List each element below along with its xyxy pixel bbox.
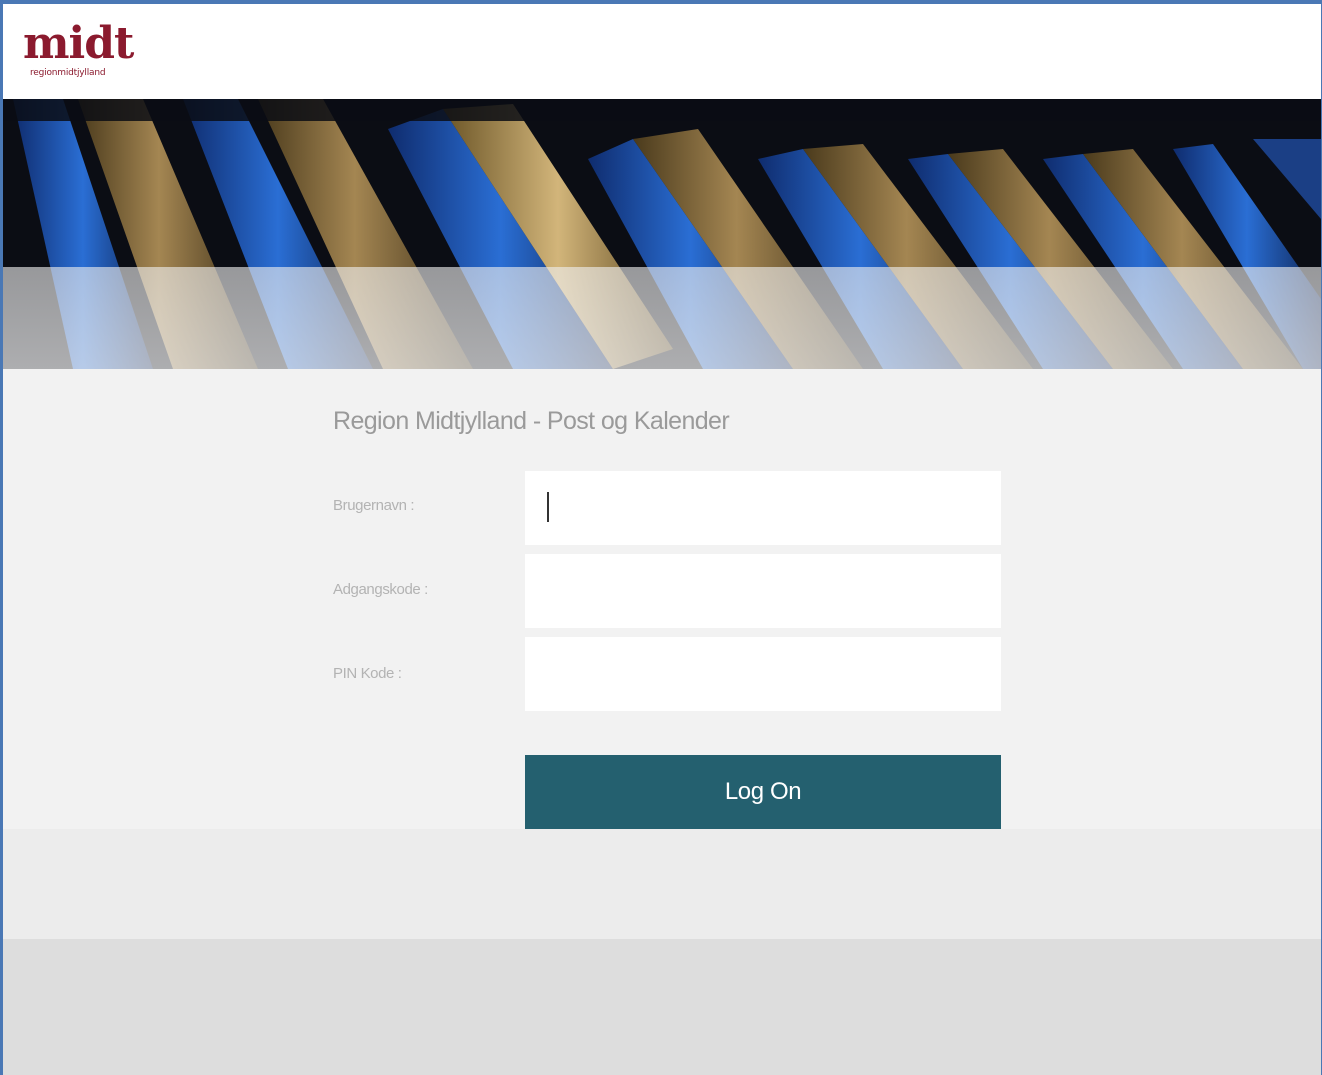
- username-label: Brugernavn :: [333, 497, 415, 514]
- login-title: Region Midtjylland - Post og Kalender: [333, 407, 730, 435]
- footer-band-upper: [3, 829, 1321, 939]
- pin-label: PIN Kode :: [333, 665, 402, 682]
- banner-image: [3, 99, 1321, 369]
- region-midt-logo[interactable]: midt regionmidtjylland: [23, 22, 143, 94]
- browser-frame: midt regionmidtjylland Region Midtjyllan…: [0, 0, 1322, 1075]
- log-on-button[interactable]: Log On: [525, 755, 1001, 829]
- footer-band-lower: [3, 939, 1321, 1075]
- header: midt regionmidtjylland: [3, 4, 1321, 99]
- username-input[interactable]: [525, 471, 1001, 545]
- pin-input[interactable]: [525, 637, 1001, 711]
- password-label: Adgangskode :: [333, 581, 428, 598]
- logo-wordmark: midt: [23, 18, 134, 69]
- banner-fade-overlay: [3, 267, 1321, 369]
- password-input[interactable]: [525, 554, 1001, 628]
- logo-subtitle: regionmidtjylland: [30, 68, 106, 78]
- login-form: Region Midtjylland - Post og Kalender Br…: [3, 369, 1321, 829]
- text-caret: [547, 492, 549, 522]
